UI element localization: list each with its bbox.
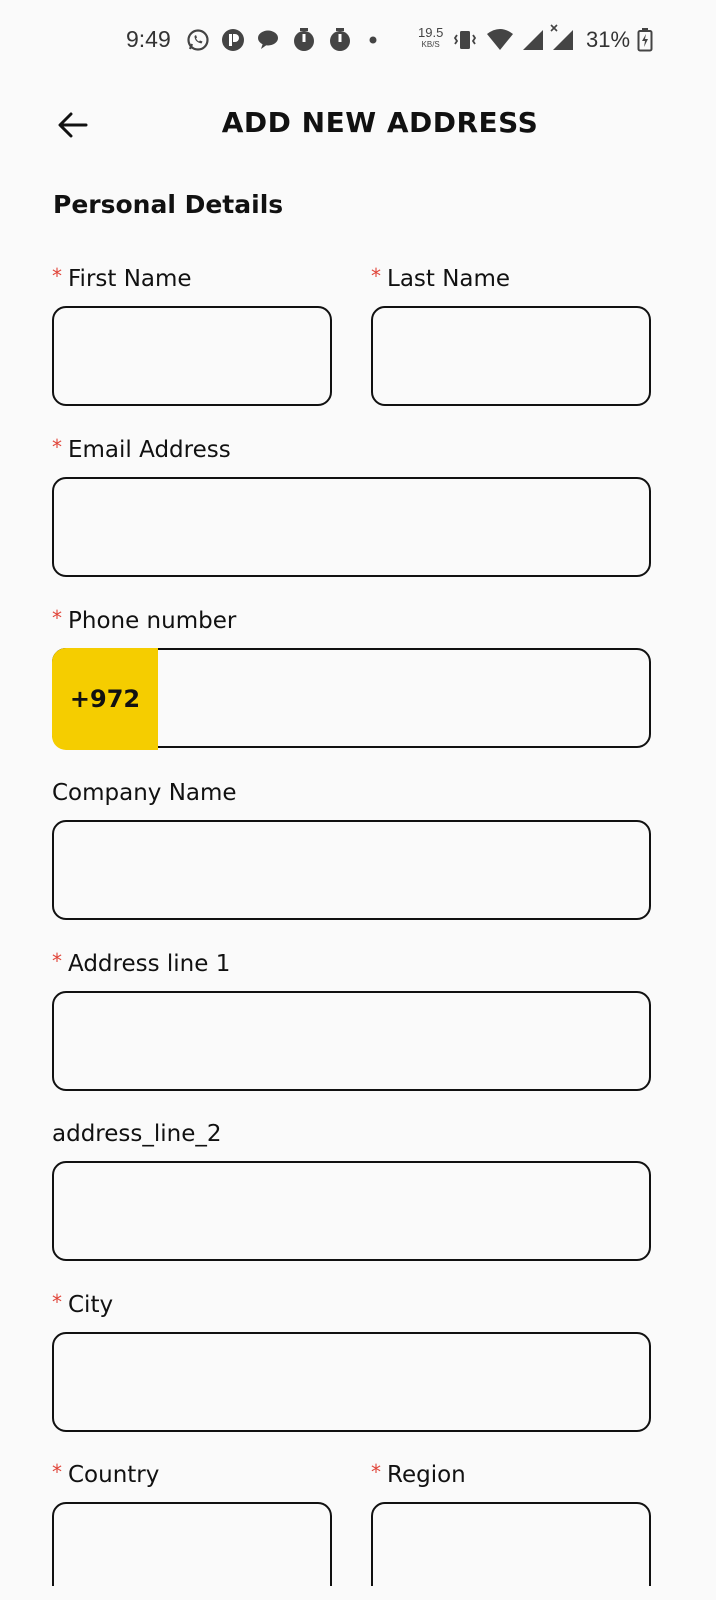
net-speed: 19.5 KB/S bbox=[418, 25, 444, 51]
region-label: * Region bbox=[371, 1460, 466, 1488]
page-title: ADD NEW ADDRESS bbox=[221, 106, 539, 139]
last-name-label: * Last Name bbox=[371, 264, 511, 292]
company-label: Company Name bbox=[52, 780, 237, 806]
required-marker: * bbox=[52, 435, 62, 459]
email-input[interactable] bbox=[52, 477, 651, 577]
chat-icon bbox=[258, 30, 278, 49]
required-marker: * bbox=[52, 949, 62, 973]
required-marker: * bbox=[52, 1460, 62, 1484]
signal-icon bbox=[523, 30, 543, 50]
first-name-label: * First Name bbox=[52, 264, 192, 292]
country-label: * Country bbox=[52, 1460, 160, 1488]
first-name-input[interactable] bbox=[52, 306, 332, 406]
timer-icon bbox=[294, 28, 314, 51]
status-time: 9:49 bbox=[126, 26, 171, 52]
required-marker: * bbox=[52, 264, 62, 288]
timer-icon bbox=[330, 28, 350, 51]
wifi-icon bbox=[487, 29, 513, 50]
required-marker: * bbox=[52, 606, 62, 630]
status-bar: 9:49 19.5 KB/S 31% bbox=[0, 0, 716, 82]
address-line-2-input[interactable] bbox=[52, 1161, 651, 1261]
last-name-input[interactable] bbox=[371, 306, 651, 406]
city-label-text: City bbox=[68, 1292, 114, 1318]
country-label-text: Country bbox=[68, 1462, 160, 1488]
net-speed-value: 19.5 bbox=[418, 25, 444, 40]
city-label: * City bbox=[52, 1290, 114, 1318]
address-line-1-label: * Address line 1 bbox=[52, 949, 231, 977]
required-marker: * bbox=[371, 1460, 381, 1484]
email-label: * Email Address bbox=[52, 435, 231, 463]
vibrate-icon bbox=[453, 31, 477, 49]
bottom-clip bbox=[0, 1586, 716, 1600]
address-line-1-input[interactable] bbox=[52, 991, 651, 1091]
last-name-label-text: Last Name bbox=[387, 266, 511, 292]
city-input[interactable] bbox=[52, 1332, 651, 1432]
phone-label-text: Phone number bbox=[68, 608, 237, 634]
address-line-2-label: address_line_2 bbox=[52, 1121, 222, 1147]
signal-x-icon bbox=[550, 24, 573, 50]
section-title: Personal Details bbox=[53, 190, 284, 219]
required-marker: * bbox=[52, 1290, 62, 1314]
address-line-1-label-text: Address line 1 bbox=[68, 951, 231, 977]
region-label-text: Region bbox=[387, 1462, 466, 1488]
add-address-screen: 9:49 19.5 KB/S 31% ADD NEW ADDRESS Perso… bbox=[0, 0, 716, 1600]
whatsapp-icon bbox=[187, 29, 209, 51]
app-icon bbox=[222, 29, 244, 51]
net-speed-unit: KB/S bbox=[421, 40, 440, 49]
company-input[interactable] bbox=[52, 820, 651, 920]
phone-label: * Phone number bbox=[52, 606, 237, 634]
battery-icon bbox=[637, 28, 653, 52]
required-marker: * bbox=[371, 264, 381, 288]
first-name-label-text: First Name bbox=[68, 266, 192, 292]
battery-percent: 31% bbox=[586, 27, 631, 52]
phone-input[interactable]: +972 bbox=[52, 648, 651, 750]
email-label-text: Email Address bbox=[68, 437, 231, 463]
address-line-2-label-text: address_line_2 bbox=[52, 1121, 222, 1147]
dot-icon bbox=[369, 36, 377, 44]
country-code-button[interactable]: +972 bbox=[52, 648, 158, 750]
company-label-text: Company Name bbox=[52, 780, 237, 806]
